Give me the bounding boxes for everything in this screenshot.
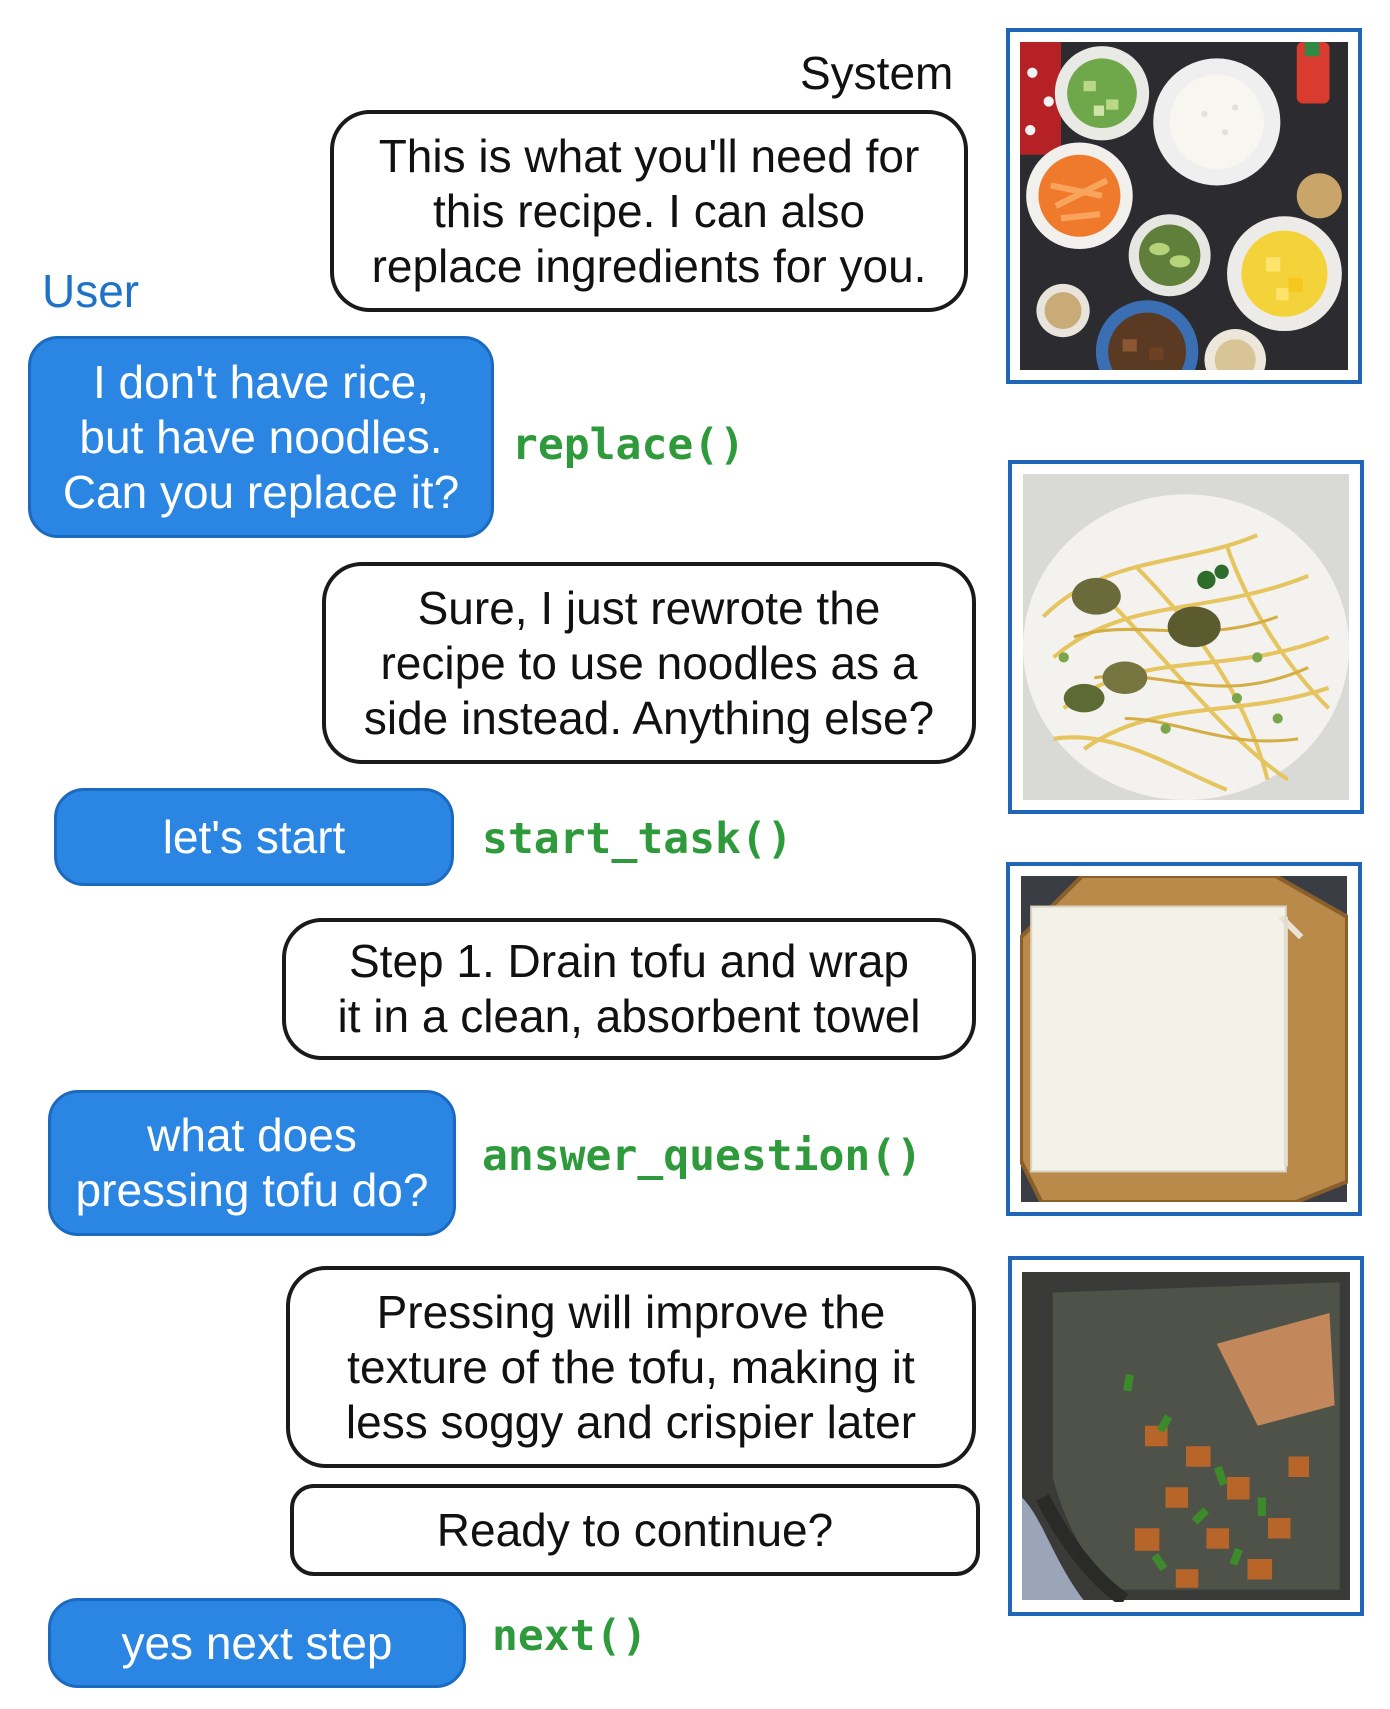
user-speaker-label: User xyxy=(42,265,140,317)
system-message-bubble: Pressing will improve the texture of the… xyxy=(286,1266,976,1468)
system-message-text: Ready to continue? xyxy=(436,1503,834,1556)
tofu-towel-photo xyxy=(1006,862,1362,1216)
tofu-towel-photo-illustration xyxy=(1020,876,1348,1202)
function-call-label: answer_question() xyxy=(482,1131,923,1181)
user-message-bubble: I don't have rice, but have noodles. Can… xyxy=(28,336,494,538)
ingredients-photo xyxy=(1006,28,1362,384)
system-message-text: Step 1. Drain tofu and wrap it in a clea… xyxy=(337,935,921,1042)
system-message-bubble: This is what you'll need for this recipe… xyxy=(330,110,968,312)
tofu-pan-photo-illustration xyxy=(1022,1272,1350,1602)
tofu-pan-photo xyxy=(1008,1256,1364,1616)
system-message-text: This is what you'll need for this recipe… xyxy=(371,129,927,292)
function-call-label: start_task() xyxy=(482,814,793,864)
system-message-bubble: Ready to continue? xyxy=(290,1484,980,1576)
system-message-bubble: Sure, I just rewrote the recipe to use n… xyxy=(322,562,976,764)
user-message-text: yes next step xyxy=(121,1616,393,1669)
user-message-bubble: what does pressing tofu do? xyxy=(48,1090,456,1236)
system-speaker-label: System xyxy=(800,47,954,99)
system-message-text: Sure, I just rewrote the recipe to use n… xyxy=(363,581,935,744)
function-call-label: next() xyxy=(492,1611,648,1661)
system-message-bubble: Step 1. Drain tofu and wrap it in a clea… xyxy=(282,918,976,1060)
function-call-label: replace() xyxy=(512,420,745,470)
ingredients-photo-illustration xyxy=(1020,42,1348,370)
user-message-text: let's start xyxy=(162,810,346,863)
user-message-bubble: let's start xyxy=(54,788,454,886)
noodles-photo-illustration xyxy=(1023,474,1349,800)
user-message-text: what does pressing tofu do? xyxy=(75,1109,429,1216)
system-message-text: Pressing will improve the texture of the… xyxy=(345,1285,917,1448)
noodles-photo xyxy=(1008,460,1364,814)
user-message-text: I don't have rice, but have noodles. Can… xyxy=(62,355,460,518)
user-message-bubble: yes next step xyxy=(48,1598,466,1688)
